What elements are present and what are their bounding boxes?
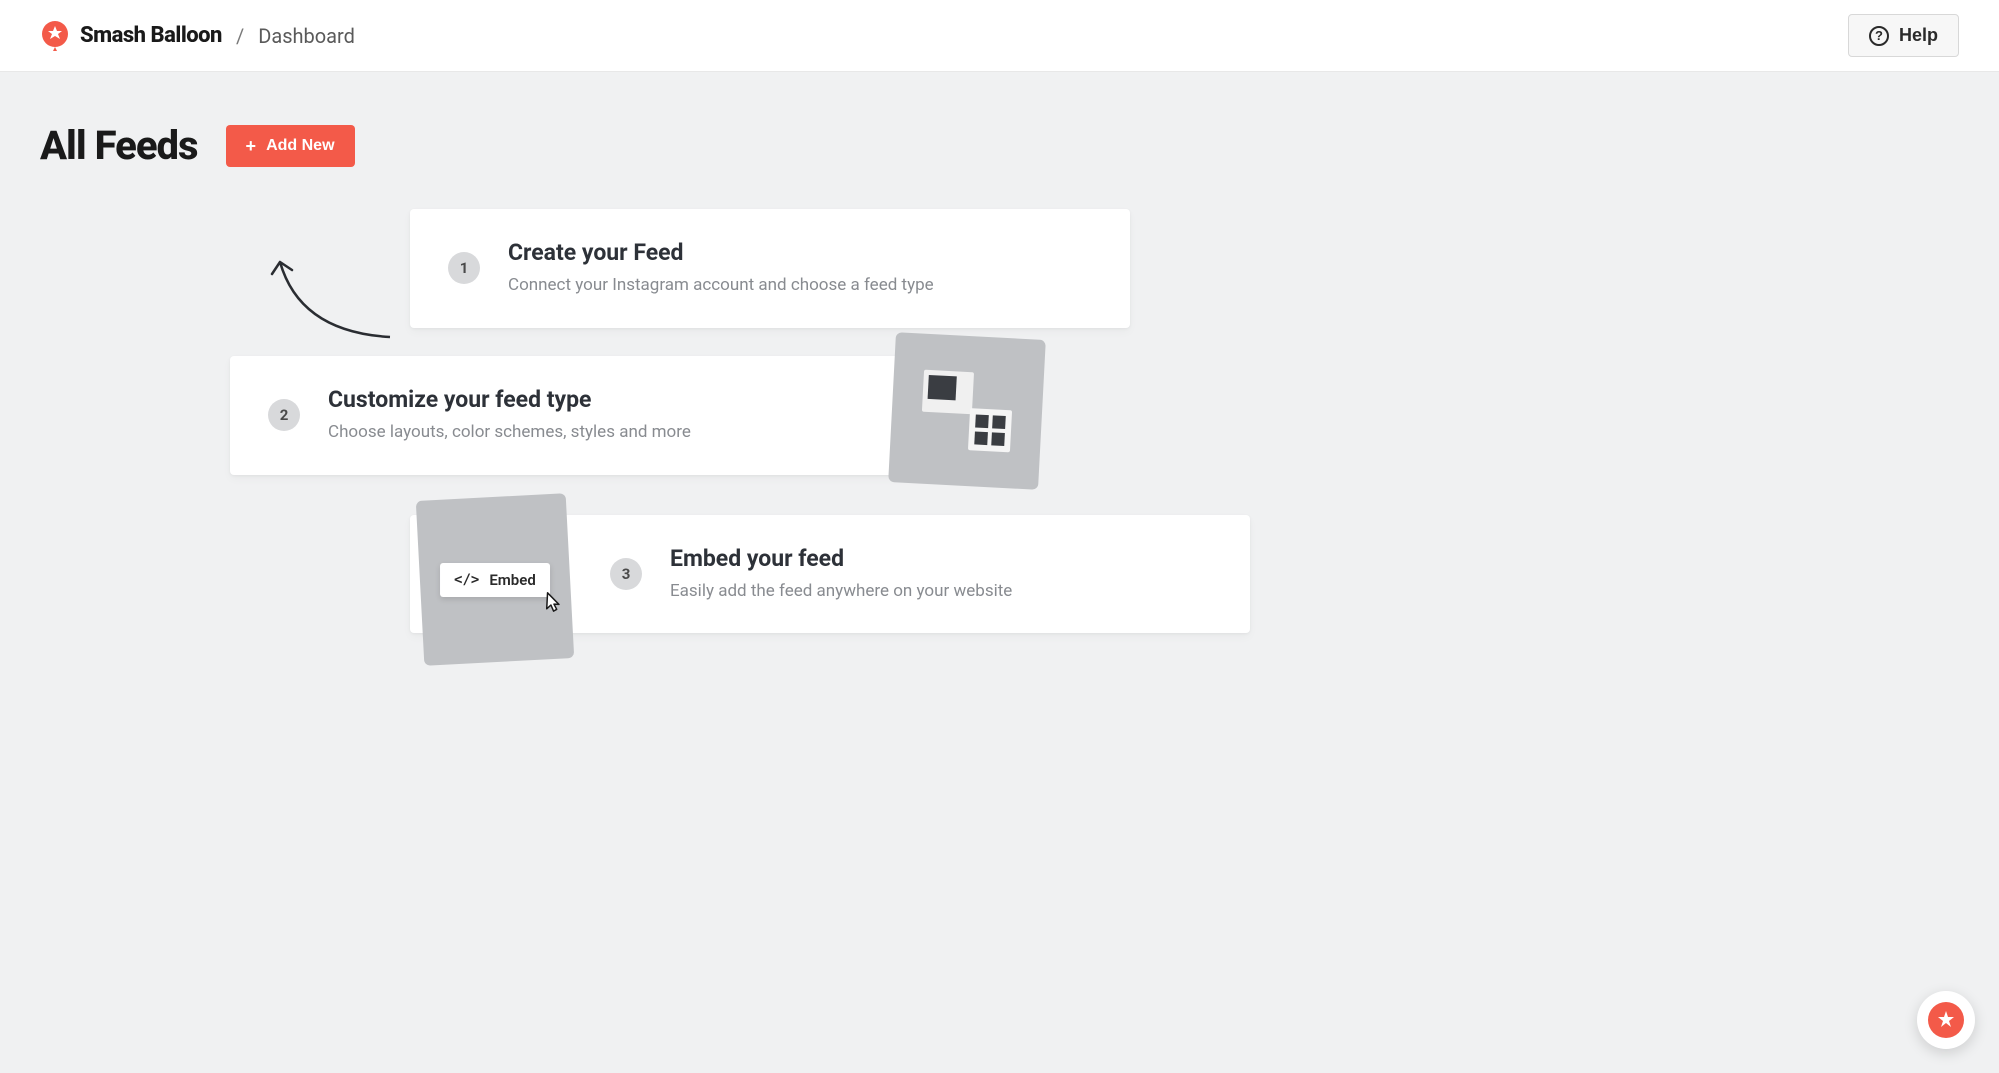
help-icon: ? xyxy=(1869,26,1889,46)
step-number-badge: 3 xyxy=(610,558,642,590)
embed-illustration: </> Embed xyxy=(416,493,574,666)
step-card-embed: </> Embed 3 Embed your feed Easily add t… xyxy=(410,515,1250,634)
step-content: Create your Feed Connect your Instagram … xyxy=(508,239,1092,298)
help-label: Help xyxy=(1899,25,1938,46)
step-description: Easily add the feed anywhere on your web… xyxy=(670,580,1212,604)
app-header: Smash Balloon / Dashboard ? Help xyxy=(0,0,1999,72)
step-card-create: 1 Create your Feed Connect your Instagra… xyxy=(410,209,1130,328)
balloon-icon xyxy=(40,21,70,51)
plus-icon: + xyxy=(246,137,257,155)
step-number-badge: 1 xyxy=(448,252,480,284)
floating-help-badge[interactable] xyxy=(1917,991,1975,1049)
step-title: Embed your feed xyxy=(670,545,1212,572)
embed-chip-label: Embed xyxy=(489,570,535,588)
brand-logo[interactable]: Smash Balloon xyxy=(40,21,222,51)
step-title: Customize your feed type xyxy=(328,386,850,413)
main-content: All Feeds + Add New 1 Create your Feed C… xyxy=(0,72,1999,683)
help-button[interactable]: ? Help xyxy=(1848,14,1959,57)
breadcrumb-current: Dashboard xyxy=(258,24,355,48)
balloon-icon xyxy=(1928,1002,1964,1038)
code-icon: </> xyxy=(454,571,479,587)
step-number-badge: 2 xyxy=(268,399,300,431)
header-left: Smash Balloon / Dashboard xyxy=(40,21,355,51)
add-new-button[interactable]: + Add New xyxy=(226,125,355,167)
step-description: Choose layouts, color schemes, styles an… xyxy=(328,421,850,445)
step-card-customize: 2 Customize your feed type Choose layout… xyxy=(230,356,1030,475)
brand-name: Smash Balloon xyxy=(80,23,222,48)
step-description: Connect your Instagram account and choos… xyxy=(508,274,1092,298)
step-content: Customize your feed type Choose layouts,… xyxy=(328,386,850,445)
layout-illustration xyxy=(888,332,1046,490)
grid-preview-icon xyxy=(968,408,1012,452)
embed-chip: </> Embed xyxy=(440,562,550,596)
layout-preview-icon xyxy=(922,369,974,414)
step-content: Embed your feed Easily add the feed anyw… xyxy=(670,545,1212,604)
page-header: All Feeds + Add New xyxy=(40,122,1959,169)
page-title: All Feeds xyxy=(40,122,198,169)
cursor-icon xyxy=(539,590,562,615)
add-new-label: Add New xyxy=(266,137,334,155)
onboarding-steps: 1 Create your Feed Connect your Instagra… xyxy=(40,209,1340,633)
breadcrumb-separator: / xyxy=(236,24,244,48)
step-title: Create your Feed xyxy=(508,239,1092,266)
